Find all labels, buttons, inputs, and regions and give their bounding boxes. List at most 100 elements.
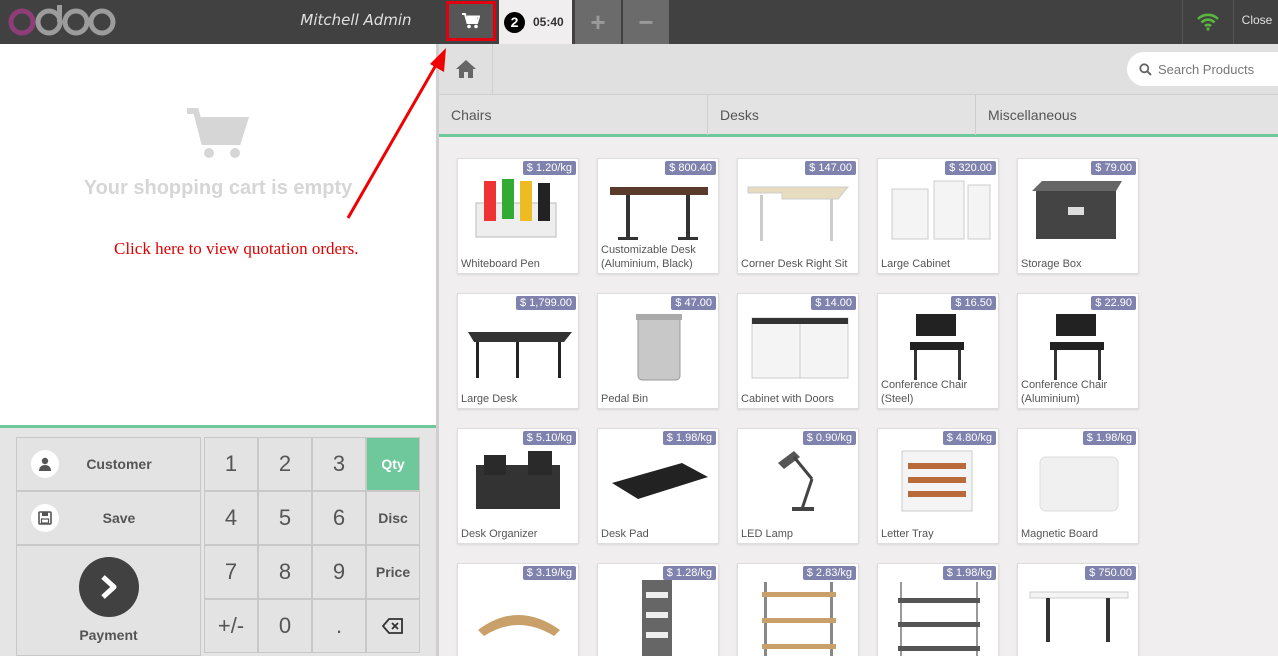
- product-image: [478, 615, 560, 636]
- connection-status[interactable]: [1182, 0, 1234, 44]
- wifi-icon: [1197, 13, 1219, 31]
- product-name: Conference Chair (Aluminium): [1021, 379, 1108, 405]
- mode-qty-button[interactable]: Qty: [366, 437, 420, 491]
- product-price: $ 750.00: [1085, 566, 1136, 580]
- product-price: $ 1.20/kg: [522, 161, 576, 175]
- product-image: [610, 187, 708, 240]
- category-miscellaneous[interactable]: Miscellaneous: [976, 95, 1278, 135]
- product-card[interactable]: $ 16.50 Conference Chair (Steel): [877, 293, 999, 409]
- mode-disc-button[interactable]: Disc: [366, 491, 420, 545]
- product-card[interactable]: $ 320.00 Large Cabinet: [877, 158, 999, 274]
- product-price: $ 2.83/kg: [802, 566, 856, 580]
- category-chairs[interactable]: Chairs: [439, 95, 708, 135]
- user-icon: [31, 450, 59, 478]
- search-box[interactable]: [1127, 52, 1278, 86]
- product-image: [636, 314, 682, 381]
- floppy-disk-icon: [31, 504, 59, 532]
- product-card[interactable]: $ 1.98/kg: [877, 563, 999, 656]
- category-desks[interactable]: Desks: [708, 95, 976, 135]
- product-card[interactable]: $ 14.00 Cabinet with Doors: [737, 293, 859, 409]
- cashier-name[interactable]: Mitchell Admin: [300, 11, 412, 29]
- product-price: $ 1,799.00: [516, 296, 576, 310]
- product-card[interactable]: $ 1.98/kg Desk Pad: [597, 428, 719, 544]
- product-name: Large Cabinet: [881, 258, 951, 270]
- product-image: [898, 582, 980, 656]
- mode-price-button[interactable]: Price: [366, 545, 420, 599]
- product-card[interactable]: $ 1.28/kg: [597, 563, 719, 656]
- product-price: $ 47.00: [671, 296, 716, 310]
- product-image: [901, 450, 973, 512]
- save-button[interactable]: Save: [16, 491, 201, 545]
- quotation-orders-button[interactable]: [446, 1, 496, 41]
- product-name: Storage Box: [1021, 258, 1082, 270]
- numpad-key-sign[interactable]: +/-: [204, 599, 258, 653]
- product-image: [762, 582, 836, 656]
- product-card[interactable]: $ 0.90/kg LED Lamp: [737, 428, 859, 544]
- product-card[interactable]: $ 147.00 Corner Desk Right Sit: [737, 158, 859, 274]
- product-name: Desk Pad: [601, 528, 649, 540]
- product-image: [476, 451, 560, 509]
- search-icon: [1139, 62, 1152, 76]
- numpad-key-0[interactable]: 0: [258, 599, 312, 653]
- product-image: [475, 179, 557, 238]
- annotation-text: Click here to view quotation orders.: [114, 239, 359, 258]
- product-name: Letter Tray: [881, 528, 934, 540]
- numpad-key-3[interactable]: 3: [312, 437, 366, 491]
- product-price: $ 22.90: [1091, 296, 1136, 310]
- odoo-logo: [8, 5, 116, 36]
- product-card[interactable]: $ 1,799.00 Large Desk: [457, 293, 579, 409]
- category-bar: Chairs Desks Miscellaneous: [439, 94, 1278, 137]
- product-price: $ 147.00: [805, 161, 856, 175]
- numpad-key-4[interactable]: 4: [204, 491, 258, 545]
- order-tab[interactable]: 2 05:40: [499, 0, 572, 44]
- product-grid: $ 1.20/kg Whiteboard Pen $ 800.40 Customiza…: [439, 137, 1278, 656]
- product-card[interactable]: $ 2.83/kg: [737, 563, 859, 656]
- product-name: Magnetic Board: [1021, 528, 1099, 540]
- product-card[interactable]: $ 4.80/kg Letter Tray: [877, 428, 999, 544]
- product-image: [910, 314, 964, 380]
- product-card[interactable]: $ 750.00Customizable Desk: [1017, 563, 1139, 656]
- new-order-button[interactable]: +: [575, 0, 621, 44]
- product-image: [1050, 314, 1104, 380]
- numpad-key-8[interactable]: 8: [258, 545, 312, 599]
- numpad-key-2[interactable]: 2: [258, 437, 312, 491]
- product-price: $ 1.98/kg: [1082, 431, 1136, 445]
- product-price: $ 5.10/kg: [522, 431, 576, 445]
- search-input[interactable]: [1158, 61, 1278, 77]
- product-price: $ 320.00: [945, 161, 996, 175]
- product-name: Pedal Bin: [601, 393, 649, 405]
- product-card[interactable]: $ 47.00 Pedal Bin: [597, 293, 719, 409]
- numpad-backspace[interactable]: [366, 599, 420, 653]
- product-card[interactable]: $ 800.40 Customizable Desk (Aluminium, Bl…: [597, 158, 719, 274]
- chevron-right-icon: [79, 557, 139, 617]
- delete-order-button[interactable]: −: [623, 0, 669, 44]
- product-card[interactable]: $ 22.90 Conference Chair (Aluminium): [1017, 293, 1139, 409]
- numpad-key-7[interactable]: 7: [204, 545, 258, 599]
- customer-button[interactable]: Customer: [16, 437, 201, 491]
- product-image: [751, 317, 849, 379]
- product-price: $ 1.98/kg: [662, 431, 716, 445]
- home-category-button[interactable]: [439, 44, 493, 94]
- product-card[interactable]: $ 1.20/kg Whiteboard Pen: [457, 158, 579, 274]
- product-card[interactable]: $ 1.98/kg Magnetic Board: [1017, 428, 1139, 544]
- product-price: $ 79.00: [1091, 161, 1136, 175]
- product-card[interactable]: $ 5.10/kg Desk Organizer: [457, 428, 579, 544]
- product-price: $ 4.80/kg: [942, 431, 996, 445]
- numpad-key-6[interactable]: 6: [312, 491, 366, 545]
- product-card[interactable]: $ 3.19/kg: [457, 563, 579, 656]
- numpad-key-1[interactable]: 1: [204, 437, 258, 491]
- payment-button[interactable]: Payment: [16, 545, 201, 656]
- product-price: $ 0.90/kg: [802, 431, 856, 445]
- numpad-key-9[interactable]: 9: [312, 545, 366, 599]
- product-image: [891, 180, 991, 240]
- product-image: [778, 451, 814, 511]
- product-price: $ 3.19/kg: [522, 566, 576, 580]
- numpad-key-5[interactable]: 5: [258, 491, 312, 545]
- product-price: $ 16.50: [951, 296, 996, 310]
- product-name: Customizable Desk (Aluminium, Black): [601, 244, 696, 270]
- close-button[interactable]: Close: [1236, 13, 1278, 27]
- empty-cart-icon: [187, 108, 249, 158]
- numpad-key-decimal[interactable]: .: [312, 599, 366, 653]
- product-card[interactable]: $ 79.00 Storage Box: [1017, 158, 1139, 274]
- empty-cart-message: Your shopping cart is empty: [83, 177, 353, 199]
